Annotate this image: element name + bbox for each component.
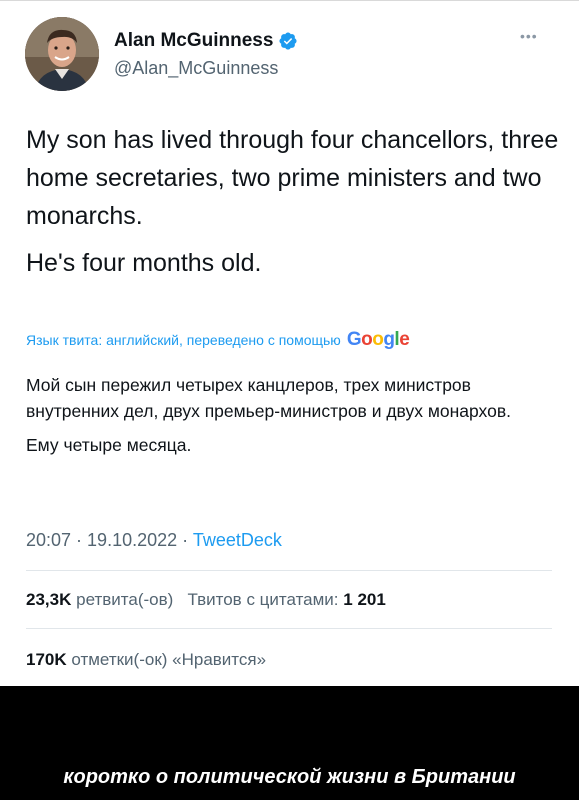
translation-note[interactable]: Язык твита: английский, переведено с пом… — [26, 332, 341, 348]
avatar-photo — [25, 17, 99, 91]
tweet-time[interactable]: 20:07 — [26, 530, 71, 550]
retweets-count: 23,3K — [26, 590, 72, 609]
translated-paragraph: Мой сын пережил четырех канцлеров, трех … — [26, 375, 511, 421]
google-logo: Google — [346, 329, 410, 350]
translation-notice[interactable]: Язык твита: английский, переведено с пом… — [26, 329, 410, 351]
retweets-label: ретвита(-ов) — [76, 590, 174, 609]
verified-badge-icon — [279, 32, 297, 50]
meta-separator: · — [71, 530, 88, 550]
author-handle[interactable]: @Alan_McGuinness — [114, 58, 278, 79]
tweet-meta: 20:07 · 19.10.2022 · TweetDeck — [26, 530, 282, 551]
tweet-paragraph: He's four months old. — [26, 249, 262, 277]
more-options-icon[interactable]: ••• — [520, 28, 538, 44]
tweet-text: My son has lived through four chancellor… — [26, 121, 566, 282]
avatar[interactable] — [25, 17, 99, 91]
likes-stats[interactable]: 170K отметки(-ок) «Нравится» — [26, 650, 266, 670]
translated-paragraph: Ему четыре месяца. — [26, 435, 192, 455]
quotes-label: Твитов с цитатами: — [187, 590, 339, 609]
author-display-name[interactable]: Alan McGuinness — [114, 30, 273, 52]
author-name-row[interactable]: Alan McGuinness — [114, 30, 298, 52]
retweet-stats[interactable]: 23,3K ретвита(-ов) Твитов с цитатами: 1 … — [26, 590, 386, 610]
quotes-count: 1 201 — [343, 590, 386, 609]
translated-text: Мой сын пережил четырех канцлеров, трех … — [26, 372, 546, 458]
tweet-date[interactable]: 19.10.2022 — [87, 530, 177, 550]
top-border — [0, 0, 579, 1]
meme-caption: коротко о политической жизни в Британии — [63, 766, 516, 788]
divider — [26, 570, 552, 571]
tweet-paragraph: My son has lived through four chancellor… — [26, 126, 559, 230]
meta-separator: · — [177, 530, 193, 550]
tweet-source-link[interactable]: TweetDeck — [193, 530, 282, 550]
likes-label: отметки(-ок) «Нравится» — [71, 650, 267, 669]
likes-count: 170K — [26, 650, 67, 669]
divider — [26, 628, 552, 629]
